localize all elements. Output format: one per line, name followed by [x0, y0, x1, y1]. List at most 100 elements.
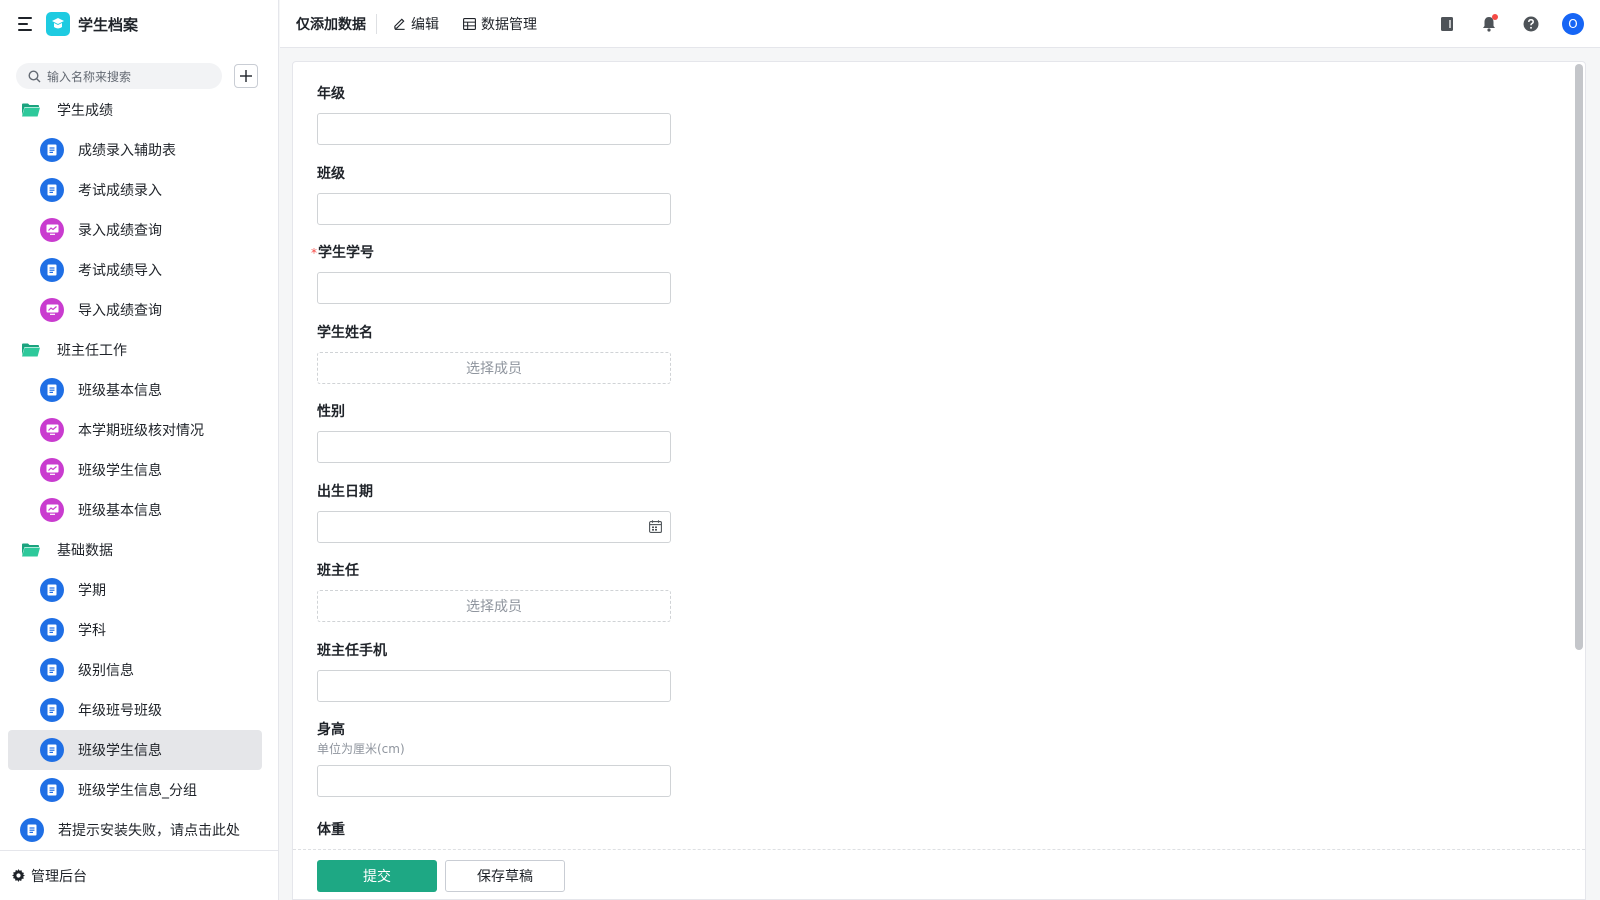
- sidebar-item[interactable]: 班级学生信息: [0, 729, 279, 770]
- scrollbar[interactable]: [1575, 64, 1583, 650]
- sidebar-item[interactable]: 班级基本信息: [0, 490, 279, 530]
- sidebar-item-label: 基础数据: [57, 542, 113, 559]
- field-label-text: 班主任: [317, 563, 359, 579]
- chart-icon: [40, 457, 64, 482]
- sidebar-folder[interactable]: 学生成绩: [0, 90, 279, 130]
- member-picker[interactable]: 选择成员: [317, 351, 671, 384]
- text-input[interactable]: [317, 113, 671, 145]
- bell-icon[interactable]: [1478, 13, 1500, 35]
- admin-label: 管理后台: [31, 868, 87, 885]
- field-label-text: 身高: [317, 722, 345, 738]
- sidebar-item[interactable]: 本学期班级核对情况: [0, 410, 279, 450]
- sidebar-item-label: 成绩录入辅助表: [78, 142, 176, 159]
- form-field: 身高单位为厘米(cm): [317, 718, 717, 797]
- admin-link[interactable]: 管理后台: [0, 850, 279, 900]
- calendar-icon[interactable]: [649, 519, 662, 537]
- field-label: 学生姓名: [317, 321, 717, 345]
- sidebar-item[interactable]: 班级学生信息_分组: [0, 770, 279, 810]
- data-manage-label: 数据管理: [481, 16, 537, 33]
- topbar: 仅添加数据 编辑 数据管理 O: [280, 0, 1600, 48]
- text-input[interactable]: [317, 192, 671, 225]
- field-hint: 单位为厘米(cm): [317, 742, 405, 756]
- date-input[interactable]: [317, 510, 671, 543]
- sidebar-item-label: 班主任工作: [57, 342, 127, 359]
- sidebar-item[interactable]: 级别信息: [0, 650, 279, 690]
- field-label: 年级: [317, 82, 717, 106]
- member-placeholder: 选择成员: [466, 599, 522, 615]
- sidebar-item-label: 考试成绩录入: [78, 182, 162, 199]
- field-label-text: 性别: [317, 404, 345, 420]
- chart-icon: [40, 417, 64, 442]
- form-field: 出生日期: [317, 480, 717, 543]
- field-label-text: 学生姓名: [317, 324, 373, 341]
- sidebar-item[interactable]: 学科: [0, 610, 279, 650]
- sidebar-item[interactable]: 考试成绩录入: [0, 170, 279, 210]
- sidebar-item-label: 班级基本信息: [78, 502, 162, 519]
- text-input[interactable]: [317, 431, 671, 463]
- form-footer: 提交 保存草稿: [293, 849, 1585, 899]
- sidebar-item-label: 级别信息: [78, 662, 134, 679]
- folder-icon: [22, 103, 40, 117]
- sidebar-item[interactable]: 录入成绩查询: [0, 210, 279, 250]
- sidebar-item[interactable]: 班级学生信息: [0, 450, 279, 490]
- field-label-text: 学生学号: [318, 245, 374, 261]
- divider: [376, 13, 377, 34]
- sidebar-item[interactable]: 成绩录入辅助表: [0, 130, 279, 170]
- field-label-text: 出生日期: [317, 483, 373, 500]
- field-label-text: 班主任手机: [317, 642, 387, 659]
- sidebar-item-label: 若提示安装失败，请点击此处: [58, 822, 240, 839]
- sidebar-header: 学生档案: [0, 0, 278, 48]
- sidebar-item-label: 学期: [78, 582, 106, 599]
- sidebar-folder[interactable]: 基础数据: [0, 530, 279, 570]
- app-logo-icon: [46, 12, 70, 36]
- save-draft-button[interactable]: 保存草稿: [445, 860, 565, 892]
- folder-icon: [22, 343, 40, 357]
- help-icon[interactable]: [1520, 13, 1542, 35]
- sidebar-item-label: 班级学生信息: [78, 462, 162, 479]
- notebook-icon[interactable]: [1436, 13, 1458, 35]
- page-title: 仅添加数据: [296, 16, 366, 33]
- menu-icon[interactable]: [18, 17, 34, 31]
- search-icon: [28, 69, 41, 82]
- form-field: 学生姓名选择成员: [317, 321, 717, 384]
- text-input[interactable]: [317, 765, 671, 797]
- document-icon: [40, 777, 64, 802]
- document-icon: [40, 657, 64, 682]
- document-icon: [40, 257, 64, 282]
- sidebar-folder[interactable]: 班主任工作: [0, 330, 279, 370]
- sidebar-item[interactable]: 年级班号班级: [0, 690, 279, 730]
- document-icon: [40, 697, 64, 722]
- pencil-icon: [394, 18, 405, 30]
- app-title: 学生档案: [78, 15, 139, 34]
- form-field: 年级: [317, 82, 717, 145]
- submit-button[interactable]: 提交: [317, 860, 437, 892]
- field-label-text: 年级: [317, 86, 345, 102]
- avatar[interactable]: O: [1562, 13, 1584, 35]
- document-icon: [40, 137, 64, 162]
- add-button[interactable]: [234, 64, 258, 88]
- sidebar-item[interactable]: 考试成绩导入: [0, 250, 279, 290]
- text-input[interactable]: [317, 272, 671, 304]
- document-icon: [40, 577, 64, 602]
- table-icon: [463, 17, 476, 30]
- sidebar-item-label: 考试成绩导入: [78, 262, 162, 279]
- search-input[interactable]: 输入名称来搜索: [16, 63, 223, 89]
- sidebar-item[interactable]: 学期: [0, 570, 279, 610]
- data-manage-button[interactable]: 数据管理: [463, 14, 537, 34]
- form-field: 性别: [317, 400, 717, 463]
- edit-label: 编辑: [411, 16, 439, 33]
- member-picker[interactable]: 选择成员: [317, 590, 671, 622]
- search-placeholder: 输入名称来搜索: [47, 69, 132, 84]
- sidebar-item[interactable]: 导入成绩查询: [0, 290, 279, 330]
- member-placeholder: 选择成员: [466, 360, 522, 377]
- sidebar-item[interactable]: 若提示安装失败，请点击此处: [0, 810, 279, 850]
- field-label: *学生学号: [311, 241, 717, 265]
- notification-dot: [1492, 14, 1498, 20]
- field-label: 班主任: [317, 559, 717, 583]
- text-input[interactable]: [317, 669, 671, 702]
- field-label: 班主任手机: [317, 639, 717, 663]
- edit-button[interactable]: 编辑: [393, 14, 439, 34]
- field-label: 体重: [317, 818, 717, 842]
- document-icon: [40, 177, 64, 202]
- sidebar-item[interactable]: 班级基本信息: [0, 370, 279, 410]
